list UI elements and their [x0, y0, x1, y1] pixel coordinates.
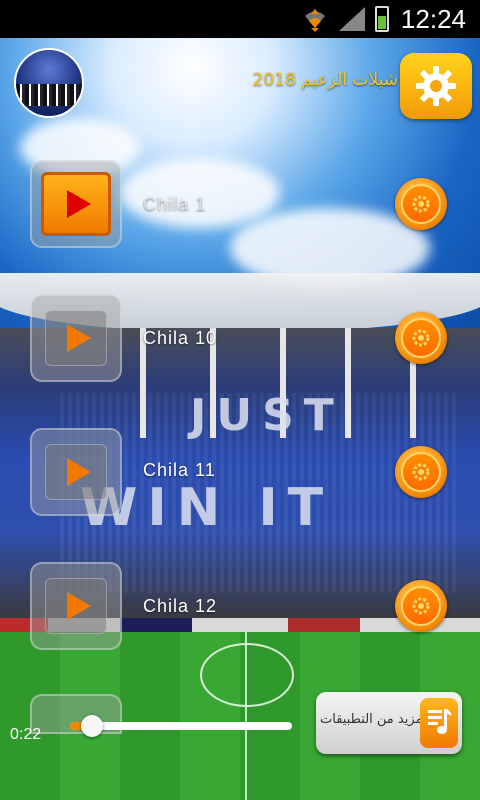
play-icon — [67, 592, 91, 620]
track-options-button-2[interactable] — [395, 312, 447, 364]
track-options-button-3[interactable] — [395, 446, 447, 498]
tifo-text-top: JUST — [190, 390, 344, 441]
track-label-1[interactable]: Chila 1 — [143, 194, 206, 215]
cloud — [120, 158, 280, 228]
music-list-icon — [420, 698, 458, 748]
more-apps-label: مزيد من التطبيقات — [320, 712, 423, 727]
gear-icon — [412, 329, 430, 347]
gear-icon — [412, 195, 430, 213]
settings-button[interactable] — [400, 53, 472, 119]
elapsed-time: 0:22 — [10, 726, 42, 743]
seek-handle[interactable] — [81, 715, 103, 737]
gear-icon — [412, 463, 430, 481]
play-icon — [67, 190, 91, 218]
play-button-track-4[interactable] — [30, 562, 122, 650]
seek-bar[interactable] — [70, 715, 292, 737]
gear-icon — [412, 597, 430, 615]
signal-icon — [338, 7, 365, 31]
battery-icon — [374, 6, 389, 32]
track-label-4[interactable]: Chila 12 — [143, 596, 217, 617]
center-circle — [200, 643, 294, 707]
wifi-icon — [304, 9, 325, 32]
play-icon — [67, 324, 91, 352]
status-time: 12:24 — [400, 3, 466, 34]
track-options-button-1[interactable] — [395, 178, 447, 230]
track-options-button-4[interactable] — [395, 580, 447, 632]
app-title: شيلات الزعيم 2018 — [252, 70, 398, 90]
play-button-track-2[interactable] — [30, 294, 122, 382]
play-icon — [67, 458, 91, 486]
track-label-2[interactable]: Chila 10 — [143, 328, 217, 349]
play-button-track-3[interactable] — [30, 428, 122, 516]
track-label-3[interactable]: Chila 11 — [143, 460, 216, 481]
gear-icon — [416, 66, 456, 106]
team-logo — [14, 48, 84, 118]
play-button-track-1[interactable] — [30, 160, 122, 248]
status-bar: 12:24 — [0, 0, 480, 38]
stadium-background: JUST WIN IT شيلات الزعيم 2018 Chila 1 Ch… — [0, 38, 480, 800]
more-apps-button[interactable]: مزيد من التطبيقات — [316, 692, 462, 754]
